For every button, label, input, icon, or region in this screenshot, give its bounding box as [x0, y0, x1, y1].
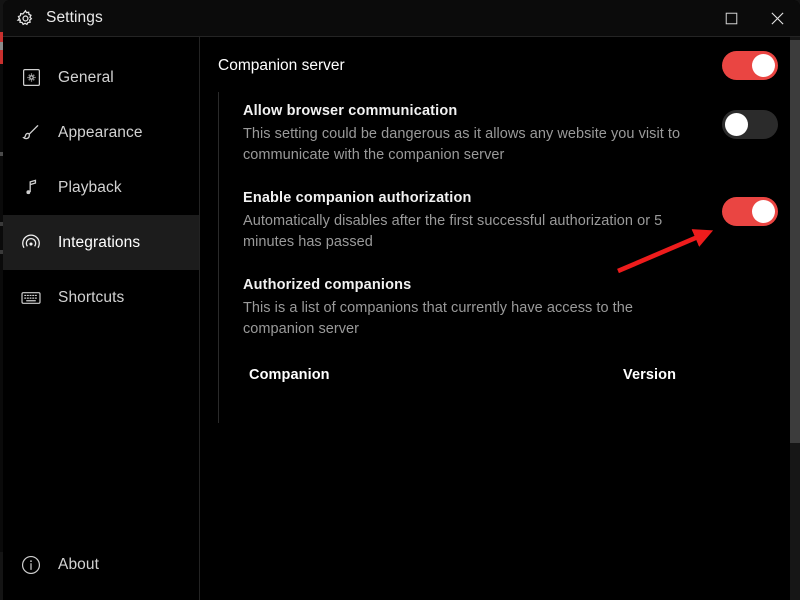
sidebar-item-label: Appearance	[58, 123, 143, 141]
desktop-background: Settings General Appearance Playback Int…	[0, 0, 800, 600]
settings-content: Companion server Allow browser communica…	[200, 37, 800, 600]
setting-control	[722, 188, 778, 226]
sidebar-item-playback[interactable]: Playback	[3, 160, 199, 215]
sidebar: General Appearance Playback Integrations…	[3, 37, 200, 600]
settings-window: Settings General Appearance Playback Int…	[3, 0, 800, 600]
sidebar-item-label: Playback	[58, 178, 122, 196]
setting-text: Enable companion authorization Automatic…	[243, 188, 703, 252]
setting-title: Enable companion authorization	[243, 190, 472, 206]
sidebar-item-appearance[interactable]: Appearance	[3, 105, 199, 160]
window-body: General Appearance Playback Integrations…	[3, 37, 800, 600]
keyboard-icon	[20, 287, 42, 309]
setting-description: This setting could be dangerous as it al…	[243, 126, 681, 163]
toggle-knob	[725, 113, 748, 136]
table-header-row: Companion Version	[249, 359, 778, 393]
setting-enable-companion-authorization: Enable companion authorization Automatic…	[243, 179, 778, 266]
sidebar-item-integrations[interactable]: Integrations	[3, 215, 199, 270]
sidebar-item-shortcuts[interactable]: Shortcuts	[3, 270, 199, 325]
music-note-icon	[20, 177, 42, 199]
info-circle-icon	[20, 554, 42, 576]
content-scrollbar[interactable]	[790, 37, 800, 600]
setting-text: Authorized companions This is a list of …	[243, 275, 703, 339]
setting-control	[722, 101, 778, 139]
companion-server-section-header: Companion server	[200, 39, 800, 92]
toggle-knob	[752, 54, 775, 77]
title-bar: Settings	[3, 0, 800, 37]
sidebar-item-label: Shortcuts	[58, 288, 125, 306]
sidebar-item-label: Integrations	[58, 233, 141, 251]
scrollbar-thumb[interactable]	[790, 40, 800, 443]
allow-browser-communication-toggle[interactable]	[722, 110, 778, 139]
setting-authorized-companions: Authorized companions This is a list of …	[243, 266, 778, 353]
authorized-companions-table: Companion Version	[243, 359, 778, 423]
setting-title: Allow browser communication	[243, 103, 458, 119]
sidebar-item-label: General	[58, 68, 114, 86]
radar-signal-icon	[20, 232, 42, 254]
table-column-header-version: Version	[623, 367, 677, 383]
table-column-header-companion: Companion	[249, 367, 330, 383]
setting-text: Allow browser communication This setting…	[243, 101, 703, 165]
table-body	[249, 393, 778, 423]
maximize-button[interactable]	[708, 0, 754, 37]
paintbrush-icon	[20, 122, 42, 144]
section-title: Companion server	[218, 56, 345, 74]
settings-content-inner: Companion server Allow browser communica…	[200, 39, 800, 600]
window-controls	[708, 0, 800, 37]
setting-title: Authorized companions	[243, 277, 412, 293]
setting-description: Automatically disables after the first s…	[243, 213, 663, 250]
gear-icon	[16, 9, 35, 28]
toggle-knob	[752, 200, 775, 223]
sidebar-item-label: About	[58, 555, 100, 573]
sidebar-item-about[interactable]: About	[3, 537, 199, 592]
companion-server-settings-group: Allow browser communication This setting…	[218, 92, 800, 423]
window-title: Settings	[46, 9, 103, 26]
gear-in-square-icon	[20, 67, 42, 89]
companion-server-toggle[interactable]	[722, 51, 778, 80]
setting-allow-browser-communication: Allow browser communication This setting…	[243, 92, 778, 179]
enable-companion-authorization-toggle[interactable]	[722, 197, 778, 226]
sidebar-item-general[interactable]: General	[3, 50, 199, 105]
setting-description: This is a list of companions that curren…	[243, 300, 633, 337]
close-button[interactable]	[754, 0, 800, 37]
